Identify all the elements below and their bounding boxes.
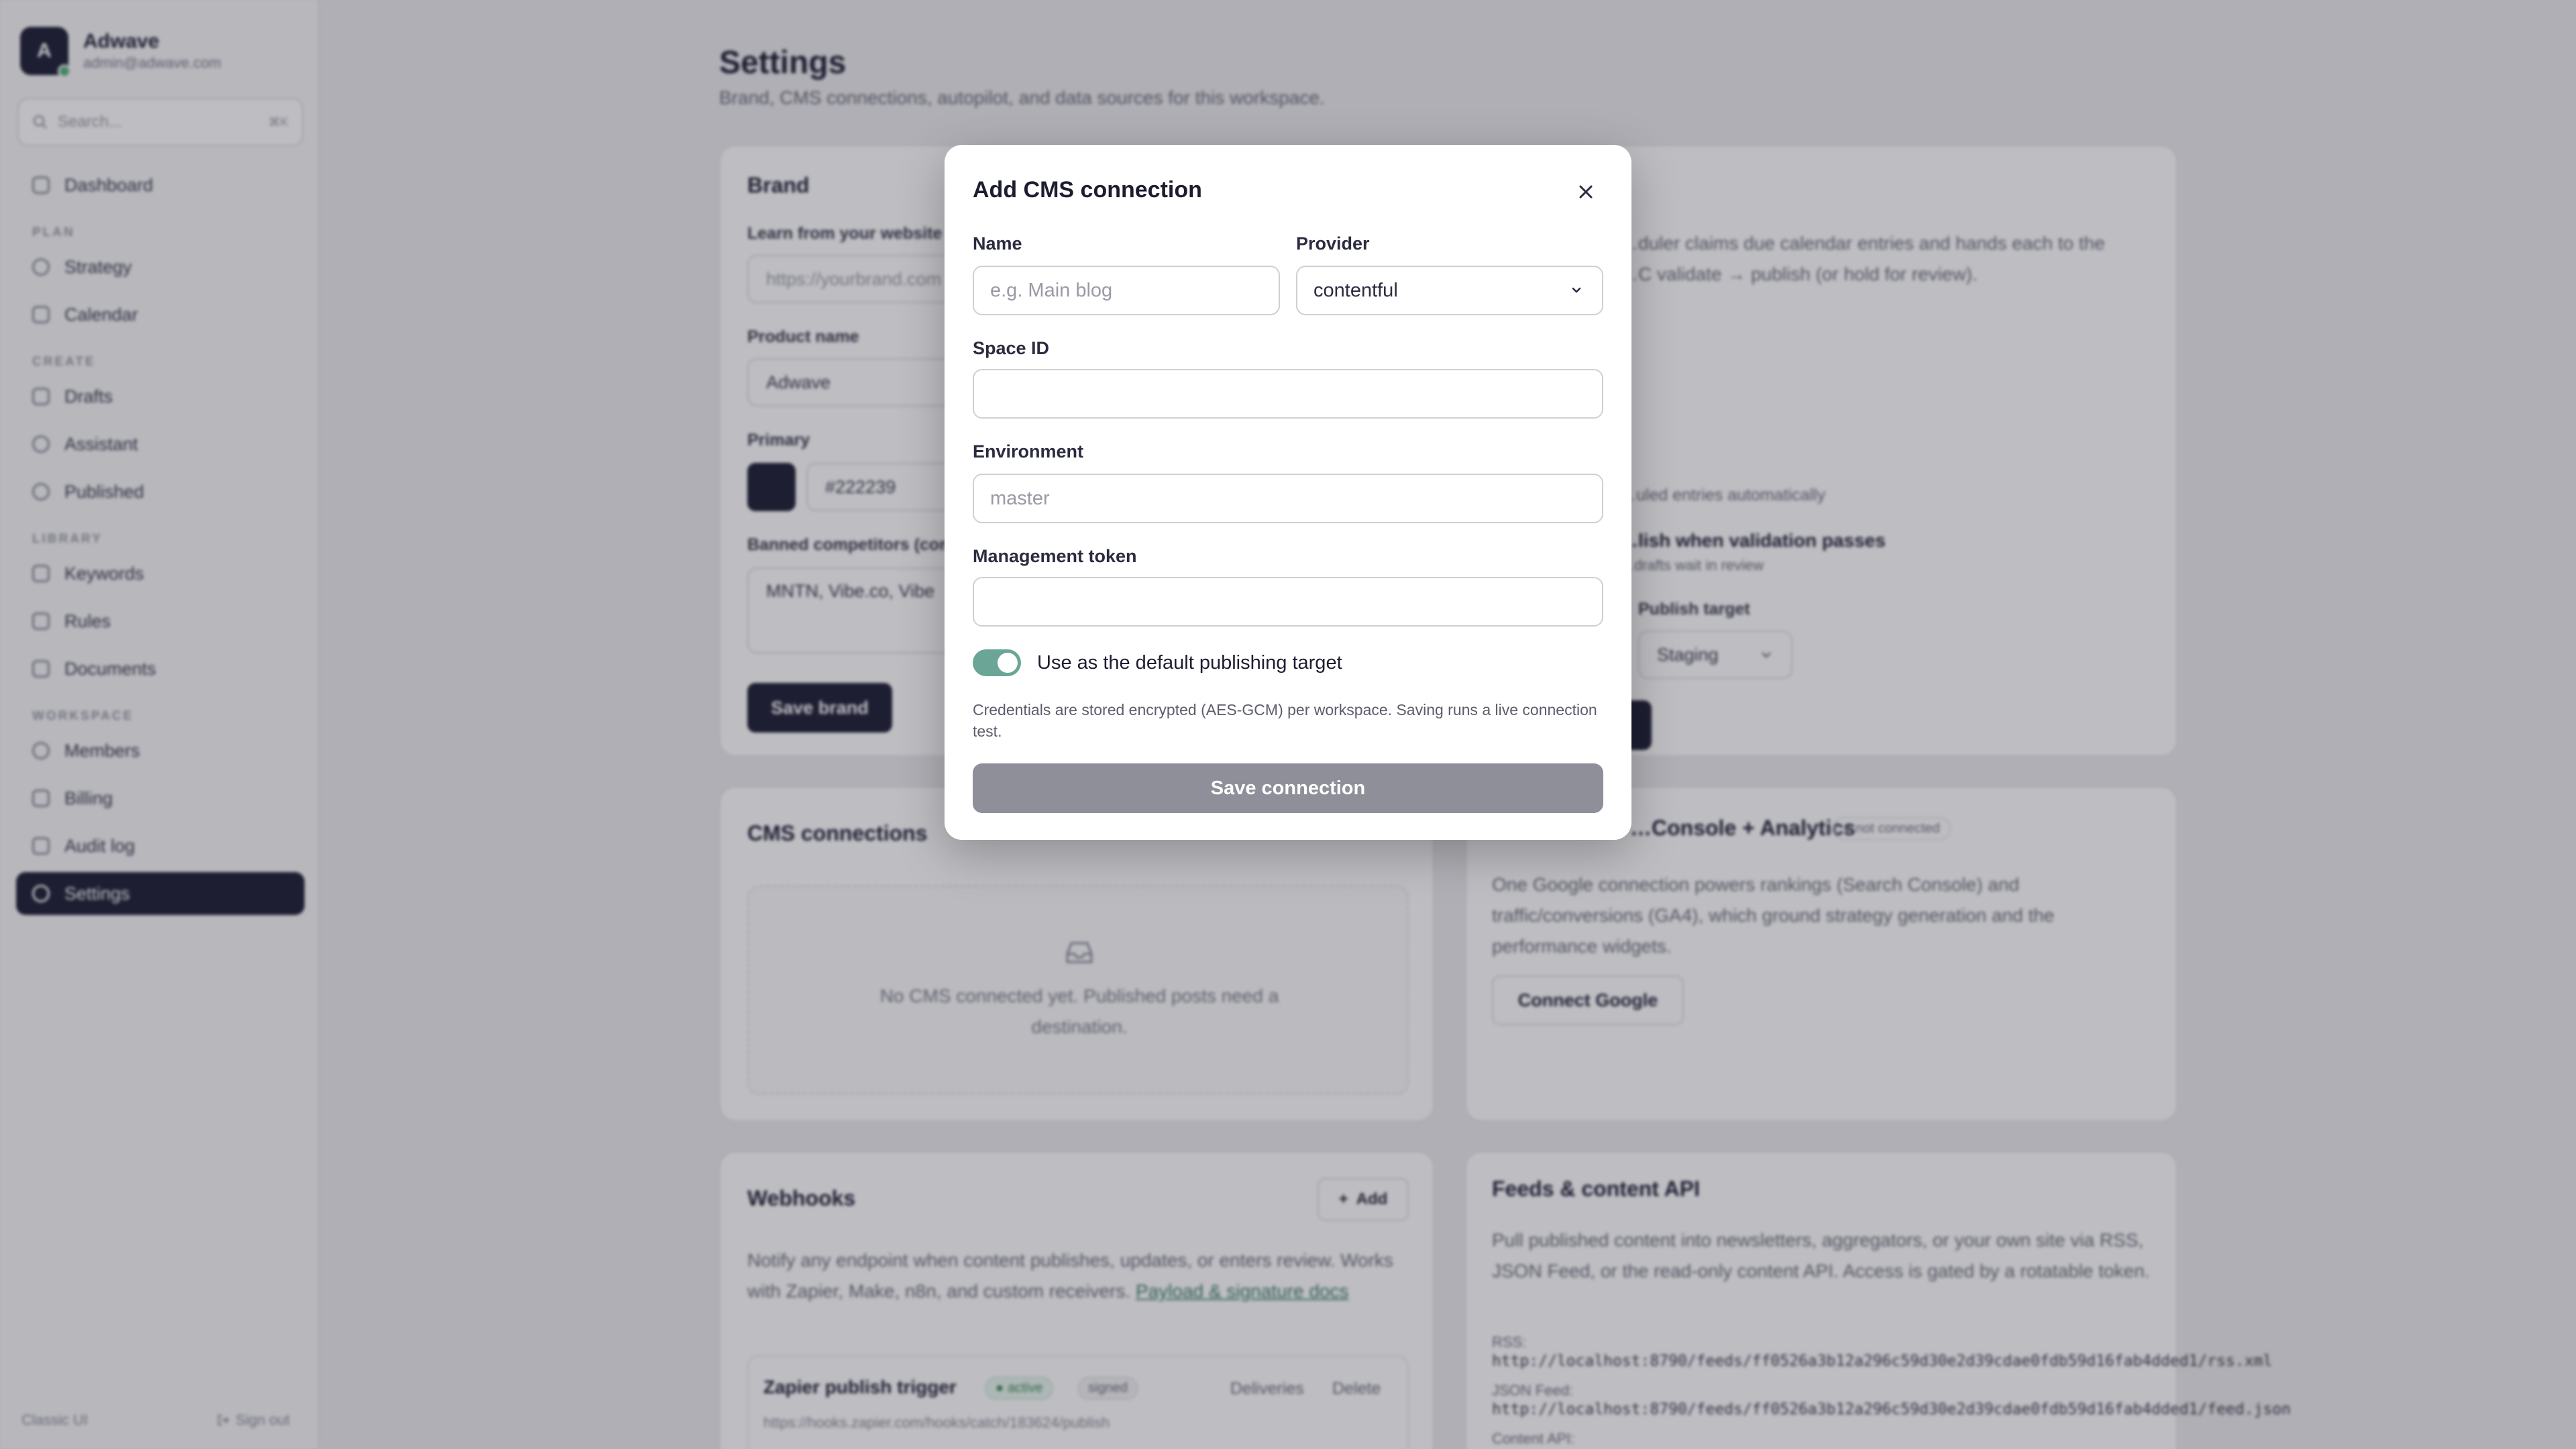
environment-label: Environment [973,441,1084,462]
chevron-down-icon [1572,287,1581,293]
close-icon[interactable] [1575,181,1597,203]
space-id-label: Space ID [973,338,1050,358]
default-target-toggle[interactable] [973,649,1021,676]
save-connection-button[interactable]: Save connection [973,763,1603,813]
environment-input[interactable]: master [973,474,1603,523]
toggle-knob [998,653,1018,673]
provider-select[interactable]: contentful [1296,266,1603,315]
default-target-label: Use as the default publishing target [1037,652,1342,674]
modal-title: Add CMS connection [973,177,1202,203]
credentials-help-text: Credentials are stored encrypted (AES-GC… [973,701,1597,740]
provider-label: Provider [1296,233,1370,254]
name-label: Name [973,233,1022,254]
management-token-label: Management token [973,546,1137,566]
management-token-input[interactable] [973,577,1603,627]
environment-placeholder: master [990,487,1050,509]
add-cms-connection-modal: Add CMS connection Name e.g. Main blog P… [945,145,1631,840]
provider-value: contentful [1313,279,1398,301]
name-placeholder: e.g. Main blog [990,279,1113,301]
space-id-input[interactable] [973,369,1603,419]
name-input[interactable]: e.g. Main blog [973,266,1280,315]
